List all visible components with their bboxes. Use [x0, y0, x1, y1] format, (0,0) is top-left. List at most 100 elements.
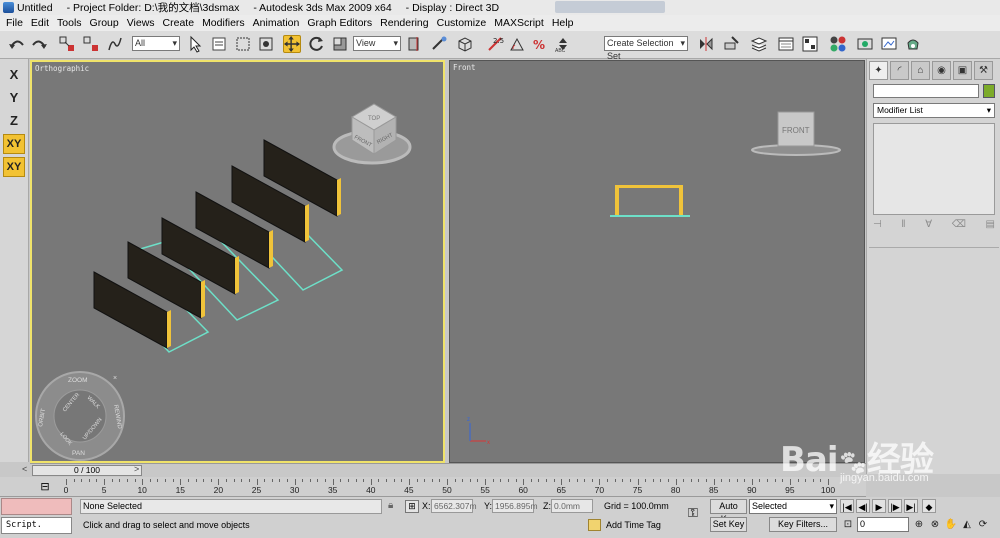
mini-curve-editor-icon[interactable]: ⊟	[38, 480, 52, 494]
render-production-icon[interactable]	[904, 35, 922, 53]
set-keys-icon[interactable]: ⚿	[680, 505, 706, 525]
maxscript-input[interactable]: Script.	[1, 517, 72, 534]
window-crossing-icon[interactable]	[257, 35, 275, 53]
play-icon[interactable]: ▶	[872, 499, 886, 513]
time-slider-next-icon[interactable]: >	[134, 464, 139, 474]
reference-coordinate-dropdown[interactable]: View	[353, 36, 401, 51]
front-viewport[interactable]: Front FRONT x z	[449, 60, 865, 463]
modifier-stack[interactable]	[873, 123, 995, 215]
select-object-icon[interactable]	[186, 35, 204, 53]
spinner-snap-icon[interactable]: ABC	[554, 35, 572, 53]
schematic-view-icon[interactable]	[801, 35, 819, 53]
wheel-close-icon[interactable]: ×	[113, 375, 117, 382]
modifier-list-dropdown[interactable]: Modifier List	[873, 103, 995, 118]
redo-icon[interactable]	[30, 35, 48, 53]
restrict-xy-plane-flyout-button[interactable]: XY	[3, 157, 25, 177]
orthographic-viewport[interactable]: Orthographic TOP FRONT RIGHT ZOOM ORBIT …	[30, 60, 445, 463]
bind-to-space-warp-icon[interactable]	[106, 35, 124, 53]
selection-filter-dropdown[interactable]: All	[132, 36, 180, 51]
modify-tab-icon[interactable]: ◜	[890, 61, 909, 80]
key-mode-selected-dropdown[interactable]: Selected	[749, 499, 837, 514]
frame-ruler[interactable]: 0 5 10 15 20 25 30 35 40 45 50 55 60 65 70 75 80 85 90 95 10…	[64, 479, 835, 495]
select-and-move-button[interactable]	[283, 35, 301, 53]
utilities-tab-icon[interactable]: ⚒	[974, 61, 993, 80]
viewcube[interactable]: FRONT	[751, 111, 841, 156]
restrict-y-button[interactable]: Y	[3, 88, 25, 108]
previous-frame-icon[interactable]: ◀|	[856, 499, 870, 513]
hierarchy-tab-icon[interactable]: ⌂	[911, 61, 930, 80]
time-slider[interactable]: < 0 / 100 >	[22, 463, 866, 477]
x-coord-field[interactable]: 6562.307m	[431, 499, 477, 513]
zoom-all-icon[interactable]: ⊗	[928, 517, 942, 532]
menu-customize[interactable]: Customize	[433, 17, 491, 29]
layer-manager-icon[interactable]	[750, 35, 768, 53]
restrict-x-button[interactable]: X	[3, 65, 25, 85]
menu-edit[interactable]: Edit	[27, 17, 53, 29]
render-setup-icon[interactable]	[856, 35, 874, 53]
steering-wheel[interactable]: ZOOM ORBIT CENTER WALK REWIND LOOK UP/DO…	[35, 371, 125, 461]
menu-animation[interactable]: Animation	[249, 17, 304, 29]
go-to-start-icon[interactable]: |◀	[840, 499, 854, 513]
pan-view-icon[interactable]: ✋	[944, 517, 958, 532]
y-coord-field[interactable]: 1956.895m	[492, 499, 538, 513]
select-by-name-icon[interactable]	[210, 35, 228, 53]
set-key-button[interactable]: Set Key	[710, 517, 747, 532]
field-of-view-icon[interactable]: ◭	[960, 517, 974, 532]
undo-icon[interactable]	[8, 35, 26, 53]
select-and-link-icon[interactable]	[58, 35, 76, 53]
selection-lock-icon[interactable]: 🔒︎	[388, 500, 400, 512]
add-time-tag-button[interactable]: Add Time Tag	[586, 517, 676, 533]
wheel-pan-label[interactable]: PAN	[72, 450, 85, 457]
curve-editor-icon[interactable]	[777, 35, 795, 53]
menu-create[interactable]: Create	[159, 17, 199, 29]
menu-file[interactable]: File	[2, 17, 27, 29]
select-and-manipulate-icon[interactable]	[430, 35, 448, 53]
absolute-mode-transform-icon[interactable]: ⊞	[405, 500, 419, 513]
time-slider-prev-icon[interactable]: <	[22, 464, 27, 474]
mirror-icon[interactable]	[697, 35, 715, 53]
menu-graph-editors[interactable]: Graph Editors	[303, 17, 376, 29]
z-coord-field[interactable]: 0.0mm	[551, 499, 593, 513]
key-mode-toggle-icon[interactable]: ◆	[922, 499, 936, 513]
menu-maxscript[interactable]: MAXScript	[490, 17, 548, 29]
select-and-scale-icon[interactable]	[331, 35, 349, 53]
key-filters-button[interactable]: Key Filters...	[769, 517, 837, 532]
viewcube[interactable]: TOP FRONT RIGHT	[332, 103, 412, 165]
menu-rendering[interactable]: Rendering	[376, 17, 432, 29]
rendered-frame-window-icon[interactable]	[880, 35, 898, 53]
motion-tab-icon[interactable]: ◉	[932, 61, 951, 80]
named-selection-set-dropdown[interactable]: Create Selection Set	[604, 36, 688, 61]
app-icon[interactable]	[3, 2, 14, 13]
orbit-icon[interactable]: ⟳	[976, 517, 990, 532]
menu-group[interactable]: Group	[86, 17, 123, 29]
object-name-field[interactable]	[873, 84, 979, 98]
angle-snap-icon[interactable]	[508, 35, 526, 53]
remove-modifier-icon[interactable]: ⌫	[952, 219, 966, 235]
pin-stack-icon[interactable]: ⊣	[873, 219, 882, 235]
create-tab-icon[interactable]: ✦	[869, 61, 888, 80]
go-to-end-icon[interactable]: ▶|	[904, 499, 918, 513]
time-slider-thumb[interactable]: 0 / 100	[32, 465, 142, 476]
time-config-icon[interactable]: ⊡	[841, 517, 855, 532]
rectangular-selection-icon[interactable]	[234, 35, 252, 53]
configure-modifier-sets-icon[interactable]: ▤	[986, 219, 995, 235]
unlink-selection-icon[interactable]	[82, 35, 100, 53]
keyboard-shortcut-override-icon[interactable]	[456, 35, 474, 53]
show-end-result-icon[interactable]: ‖	[901, 219, 905, 235]
snaps-toggle-icon[interactable]: 2.5	[486, 35, 504, 53]
menu-modifiers[interactable]: Modifiers	[198, 17, 249, 29]
menu-tools[interactable]: Tools	[53, 17, 86, 29]
zoom-icon[interactable]: ⊕	[912, 517, 926, 532]
percent-snap-icon[interactable]: %	[531, 35, 549, 53]
maxscript-listener-mini[interactable]	[1, 498, 72, 515]
material-editor-icon[interactable]	[829, 35, 847, 53]
auto-key-button[interactable]: Auto Key	[710, 499, 747, 524]
restrict-xy-plane-button[interactable]: XY	[3, 134, 25, 154]
restrict-z-button[interactable]: Z	[3, 111, 25, 131]
current-frame-field[interactable]: 0	[857, 517, 909, 532]
wheel-zoom-label[interactable]: ZOOM	[68, 377, 88, 384]
select-and-rotate-icon[interactable]	[307, 35, 325, 53]
next-frame-icon[interactable]: |▶	[888, 499, 902, 513]
object-color-swatch[interactable]	[983, 84, 995, 98]
menu-views[interactable]: Views	[123, 17, 159, 29]
